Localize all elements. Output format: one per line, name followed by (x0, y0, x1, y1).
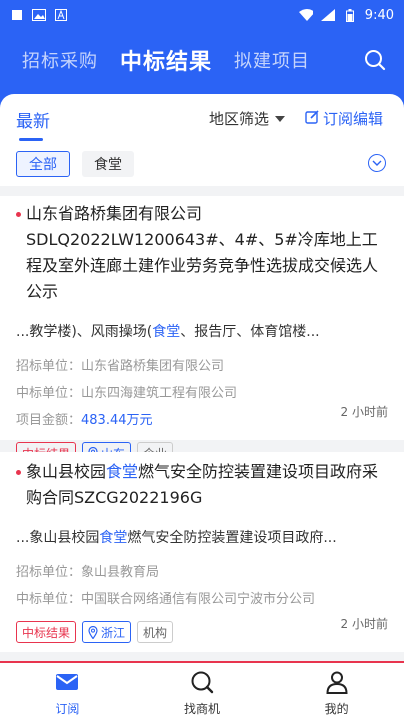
app-header: 9:40 招标采购 中标结果 拟建项目 (0, 0, 404, 108)
card-time: 2 小时前 (340, 405, 388, 419)
result-card[interactable]: 山东省路桥集团有限公司SDLQ2022LW1200643#、4#、5#冷库地上工… (0, 196, 404, 464)
tag-org-kind: 机构 (137, 621, 174, 643)
keyword-highlight: 食堂 (99, 530, 128, 546)
wifi-icon (298, 8, 313, 22)
keyword-chips: 全部 食堂 (16, 151, 134, 177)
keyword-highlight: 食堂 (152, 324, 181, 340)
status-bar: 9:40 (0, 0, 404, 30)
nav-find-opportunity[interactable]: 找商机 (135, 663, 270, 720)
tab-latest[interactable]: 最新 (16, 107, 50, 132)
winner-row: 中标单位：中国联合网络通信有限公司宁波市分公司 (16, 592, 316, 607)
filter-panel: 最新 地区筛选 订阅编辑 全部 食堂 (0, 94, 404, 186)
search-icon (191, 671, 214, 694)
edit-icon (305, 109, 319, 128)
tag-region: 浙江 (82, 621, 132, 643)
category-tabs: 招标采购 中标结果 拟建项目 (0, 30, 404, 90)
card-snippet: ...象山县校园食堂燃气安全防控装置建设项目政府... (16, 530, 337, 546)
font-icon (54, 8, 68, 22)
chip-canteen[interactable]: 食堂 (82, 151, 134, 177)
nav-mine[interactable]: 我的 (269, 663, 404, 720)
bottom-nav: 订阅 找商机 我的 (0, 661, 404, 720)
tenderer-row: 招标单位：象山县教育局 (16, 565, 160, 580)
status-time: 9:40 (364, 7, 394, 23)
chevron-down-icon[interactable] (368, 154, 386, 172)
tag-result-type: 中标结果 (16, 621, 77, 643)
result-card[interactable]: 象山县校园食堂燃气安全防控装置建设项目政府采购合同SZCG2022196G ..… (0, 452, 404, 652)
nav-subscribe-label: 订阅 (55, 702, 80, 716)
active-tab-underline (19, 138, 43, 141)
region-filter-label: 地区筛选 (209, 110, 270, 128)
unread-dot (16, 212, 21, 217)
signal-icon (320, 8, 335, 22)
battery-icon (343, 8, 357, 22)
tab-proposed-projects[interactable]: 拟建项目 (234, 47, 310, 73)
nav-mine-label: 我的 (324, 702, 349, 716)
nav-subscribe[interactable]: 订阅 (0, 663, 135, 720)
tab-tender-procurement[interactable]: 招标采购 (22, 47, 98, 73)
keyword-highlight: 食堂 (106, 462, 139, 481)
subscription-edit-label: 订阅编辑 (323, 110, 384, 128)
location-pin-icon (88, 625, 98, 639)
card-snippet: ...教学楼)、风雨操场(食堂、报告厅、体育馆楼... (16, 324, 320, 340)
dropdown-triangle-icon (275, 115, 286, 122)
card-title: 象山县校园食堂燃气安全防控装置建设项目政府采购合同SZCG2022196G (16, 459, 388, 511)
card-title: 山东省路桥集团有限公司SDLQ2022LW1200643#、4#、5#冷库地上工… (16, 201, 388, 305)
card-time: 2 小时前 (340, 617, 388, 631)
chip-all[interactable]: 全部 (16, 151, 70, 177)
subscription-edit-button[interactable]: 订阅编辑 (305, 108, 383, 129)
notification-square-icon (10, 8, 24, 22)
tab-bid-results[interactable]: 中标结果 (120, 44, 212, 76)
amount-row: 项目金额：483.44万元 (16, 413, 153, 428)
card-tags: 中标结果 浙江 机构 (16, 621, 388, 643)
unread-dot (16, 470, 21, 475)
region-filter-button[interactable]: 地区筛选 (209, 108, 286, 129)
card-title-text: 山东省路桥集团有限公司SDLQ2022LW1200643#、4#、5#冷库地上工… (26, 204, 379, 301)
nav-find-opportunity-label: 找商机 (184, 702, 221, 716)
tenderer-row: 招标单位：山东省路桥集团有限公司 (16, 359, 225, 374)
search-icon[interactable] (364, 49, 386, 71)
winner-row: 中标单位：山东四海建筑工程有限公司 (16, 386, 238, 401)
mail-icon (56, 674, 79, 690)
image-icon (32, 8, 46, 22)
user-icon (326, 671, 348, 694)
